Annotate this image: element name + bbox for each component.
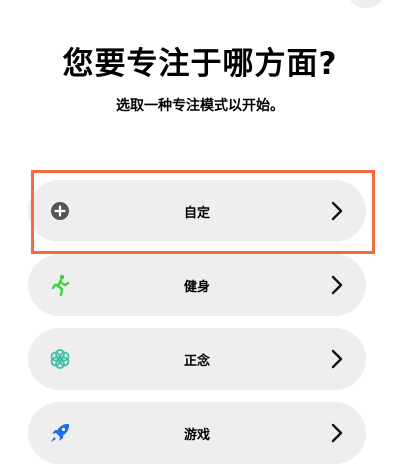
focus-mode-fitness[interactable]: 健身 [28,254,366,316]
chevron-right-icon [331,275,343,295]
focus-mode-label: 游戏 [183,428,210,443]
focus-mode-label: 正念 [183,354,210,369]
selection-highlight [31,170,375,254]
chevron-right-icon [331,349,343,369]
focus-mode-mindfulness[interactable]: 正念 [28,328,366,390]
focus-mode-label: 健身 [183,280,210,295]
page-subtitle: 选取一种专注模式以开始。 [116,98,284,114]
page-title: 您要专注于哪方面? [62,46,338,82]
top-right-button[interactable] [348,0,384,8]
focus-mode-gaming[interactable]: 游戏 [28,402,366,464]
chevron-right-icon [331,423,343,443]
